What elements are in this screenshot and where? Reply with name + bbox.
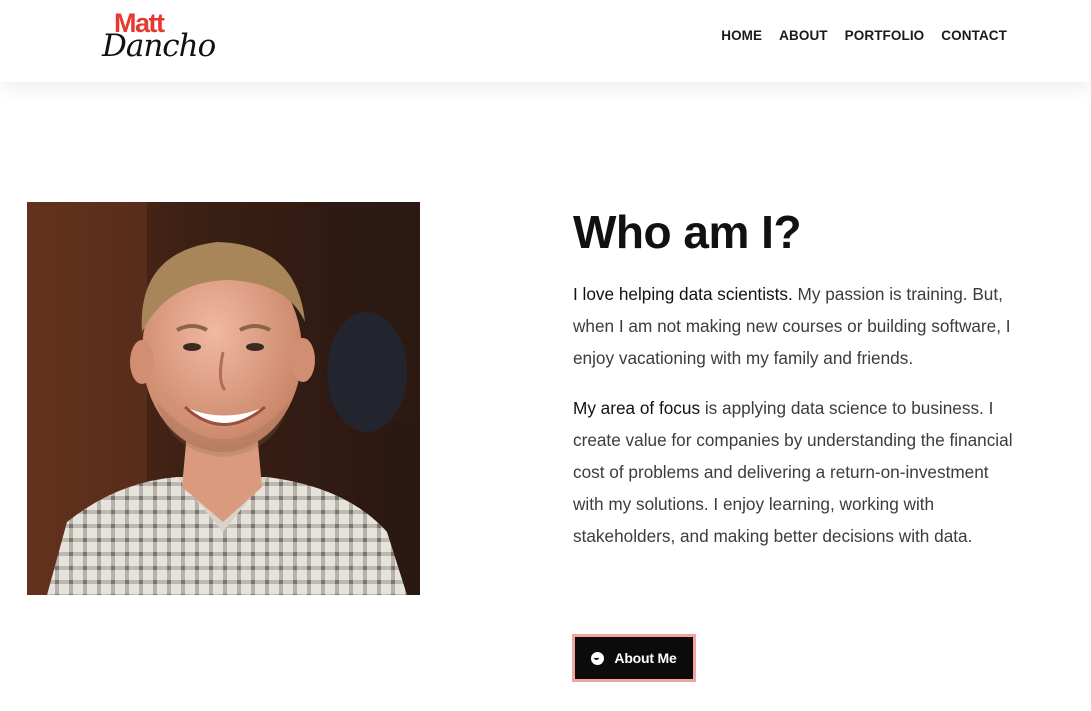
- site-header: Matt Dancho HOME ABOUT PORTFOLIO CONTACT: [0, 0, 1091, 82]
- focus-paragraph: My area of focus is applying data scienc…: [573, 392, 1018, 552]
- nav-portfolio[interactable]: PORTFOLIO: [845, 26, 925, 46]
- about-section: Who am I? I love helping data scientists…: [573, 204, 1018, 552]
- smile-icon: [591, 651, 605, 665]
- page-title: Who am I?: [573, 206, 802, 258]
- main-nav: HOME ABOUT PORTFOLIO CONTACT: [721, 26, 1007, 46]
- intro-bold: I love helping data scientists.: [573, 284, 793, 304]
- site-logo[interactable]: Matt Dancho: [102, 8, 216, 68]
- about-me-button-label: About Me: [614, 650, 677, 666]
- nav-about[interactable]: ABOUT: [779, 26, 828, 46]
- nav-contact[interactable]: CONTACT: [941, 26, 1007, 46]
- portrait-photo-illustration: [27, 202, 420, 595]
- intro-paragraph: I love helping data scientists. My passi…: [573, 278, 1018, 374]
- profile-photo: [27, 202, 420, 595]
- nav-home[interactable]: HOME: [721, 26, 762, 46]
- focus-bold: My area of focus: [573, 398, 701, 418]
- logo-bottom-text: Dancho: [102, 28, 216, 64]
- about-me-button[interactable]: About Me: [572, 634, 696, 682]
- focus-text: is applying data science to business. I …: [573, 398, 1013, 546]
